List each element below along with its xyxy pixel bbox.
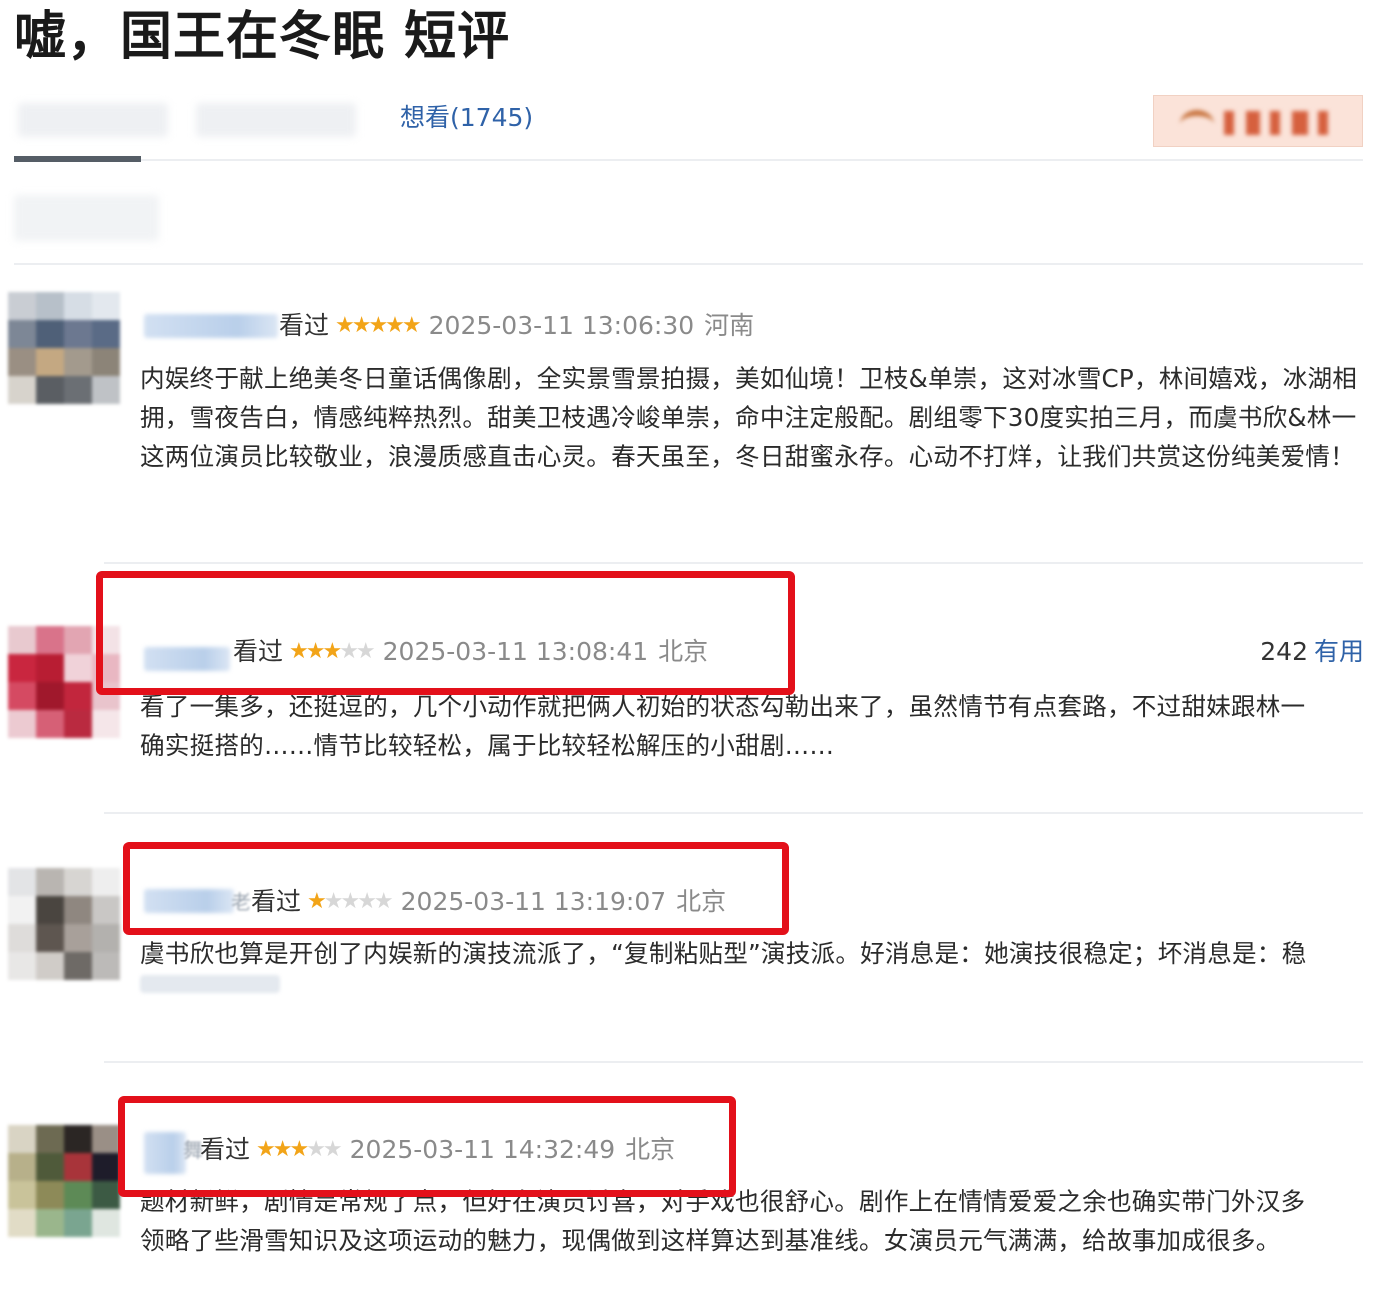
review-text: 内娱终于献上绝美冬日童话偶像剧，全实景雪景拍摄，美如仙境！卫枝&单崇，这对冰雪C…: [140, 364, 1358, 471]
tab-blurred-2[interactable]: [196, 103, 356, 137]
divider: [104, 562, 1363, 564]
seen-label: 看过: [279, 311, 330, 340]
review-text-faded: [140, 975, 280, 993]
review-meta: 看过 ★★★★★ 2025-03-11 13:06:30 河南: [279, 309, 754, 343]
highlight-box: [123, 842, 789, 935]
filter-blurred[interactable]: [14, 195, 159, 241]
brand-badge: [1153, 95, 1363, 147]
rating-stars: ★★★★★: [335, 313, 422, 338]
review-datetime: 2025-03-11 13:06:30: [428, 311, 695, 340]
page-title: 嘘，国王在冬眠 短评: [14, 7, 511, 67]
tabs-divider: [141, 159, 1363, 161]
divider: [104, 812, 1363, 814]
highlight-box: [96, 571, 795, 695]
active-tab-indicator: [14, 156, 141, 162]
divider: [104, 1061, 1363, 1063]
review-location: 河南: [704, 311, 755, 340]
avatar[interactable]: [8, 1125, 120, 1237]
useful-vote[interactable]: 242 有用: [1260, 635, 1364, 669]
username[interactable]: [144, 314, 278, 338]
highlight-box: [118, 1096, 736, 1197]
review-text-line: 领略了些滑雪知识及这项运动的魅力，现偶做到这样算达到基准线。女演员元气满满，给故…: [140, 1226, 1281, 1255]
avatar[interactable]: [8, 868, 120, 980]
useful-button[interactable]: 有用: [1314, 637, 1364, 666]
tab-blurred-1[interactable]: [18, 103, 168, 137]
avatar[interactable]: [8, 292, 120, 404]
review-text-line: 虞书欣也算是开创了内娱新的演技流派了，“复制粘贴型”演技派。好消息是：她演技很稳…: [140, 939, 1307, 968]
tab-wish-to-watch[interactable]: 想看(1745): [400, 100, 533, 136]
review-text-line: 确实挺搭的……情节比较轻松，属于比较轻松解压的小甜剧……: [140, 731, 835, 760]
divider: [14, 263, 1363, 265]
useful-count: 242: [1260, 637, 1308, 666]
